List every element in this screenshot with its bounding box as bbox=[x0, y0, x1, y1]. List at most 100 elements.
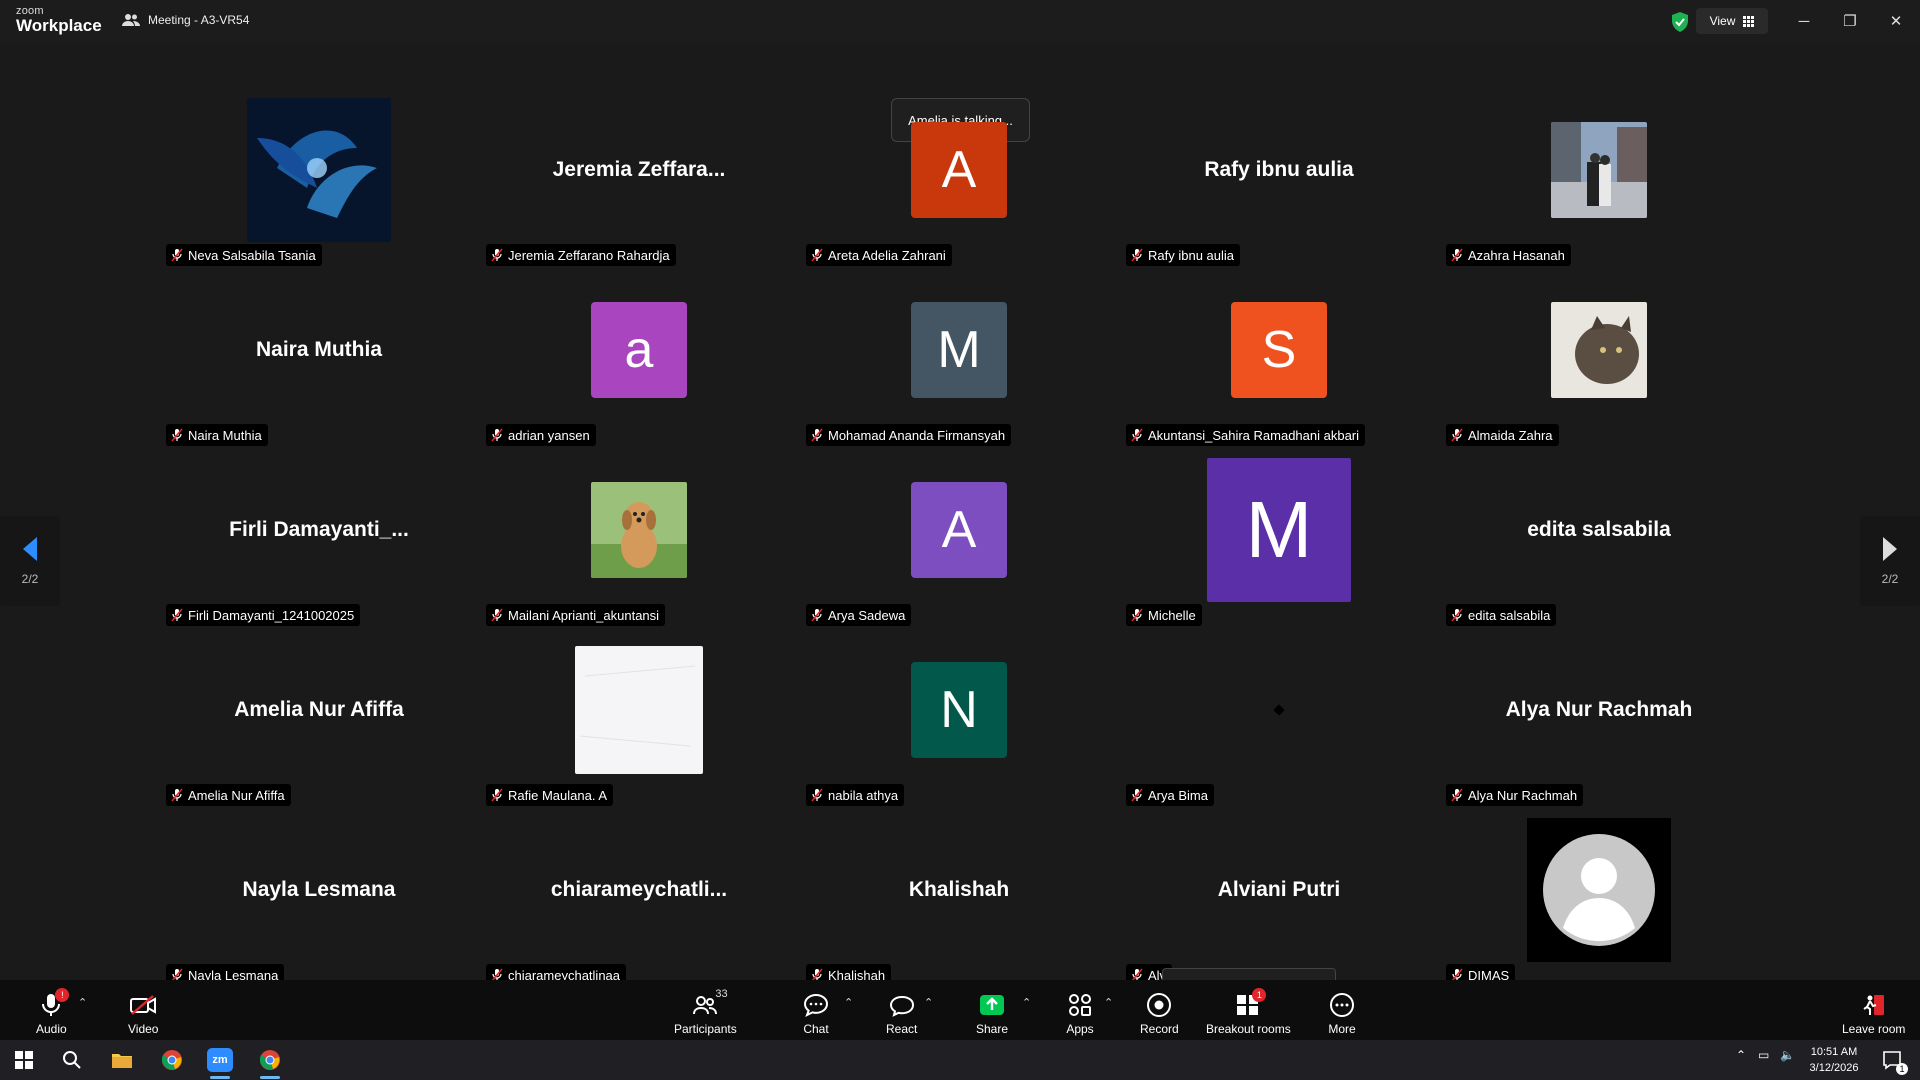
muted-mic-icon bbox=[491, 248, 503, 262]
participant-tile[interactable]: M Michelle bbox=[1124, 458, 1434, 630]
participant-tile[interactable]: M Mohamad Ananda Firmansyah bbox=[804, 280, 1114, 450]
notification-count: 1 bbox=[1896, 1063, 1908, 1075]
participant-tile[interactable]: Almaida Zahra bbox=[1444, 280, 1754, 450]
participant-tile[interactable]: Rafy ibnu aulia Rafy ibnu aulia bbox=[1124, 100, 1434, 270]
apps-options-caret-icon[interactable]: ⌃ bbox=[1104, 996, 1113, 1009]
audio-warning-badge: ! bbox=[55, 988, 70, 1002]
network-icon[interactable]: ▭ bbox=[1758, 1048, 1769, 1062]
participant-tile[interactable]: Amelia Nur Afiffa Amelia Nur Afiffa bbox=[164, 640, 474, 810]
share-label: Share bbox=[976, 1022, 1009, 1036]
more-button[interactable]: More bbox=[1328, 986, 1356, 1036]
video-button[interactable]: Video bbox=[128, 986, 158, 1036]
meeting-info[interactable]: Meeting - A3-VR54 bbox=[122, 12, 249, 28]
chat-icon bbox=[803, 993, 829, 1017]
participant-name: edita salsabila bbox=[1468, 607, 1551, 623]
participant-tile[interactable]: Alya Nur Rachmah Alya Nur Rachmah bbox=[1444, 640, 1754, 810]
participant-tile[interactable]: a adrian yansen bbox=[484, 280, 794, 450]
apps-icon bbox=[1069, 994, 1091, 1016]
video-gallery: Amelia is talking... 2/2 2/2 Neva Salsab… bbox=[0, 44, 1920, 1012]
system-clock[interactable]: 10:51 AM 3/12/2026 bbox=[1804, 1044, 1864, 1076]
audio-options-caret-icon[interactable]: ⌃ bbox=[78, 996, 87, 1009]
chrome-window-button[interactable] bbox=[250, 1045, 290, 1079]
participant-name-tag: Mailani Aprianti_akuntansi bbox=[486, 604, 666, 626]
share-screen-icon bbox=[980, 995, 1005, 1015]
participant-name: Arya Bima bbox=[1148, 787, 1208, 803]
participant-display-name: Firli Damayanti_... bbox=[229, 518, 409, 541]
participant-tile[interactable]: Naira Muthia Naira Muthia bbox=[164, 280, 474, 450]
record-label: Record bbox=[1140, 1022, 1179, 1036]
participant-tile[interactable]: Firli Damayanti_... Firli Damayanti_12410… bbox=[164, 460, 474, 630]
participant-tile[interactable]: A Areta Adelia Zahrani bbox=[804, 100, 1114, 270]
tile-content: Rafy ibnu aulia bbox=[1124, 110, 1434, 230]
participant-tile[interactable]: A Arya Sadewa bbox=[804, 460, 1114, 630]
view-button[interactable]: View bbox=[1696, 8, 1768, 34]
restore-button[interactable]: ❐ bbox=[1830, 8, 1870, 34]
participant-name: Arya Sadewa bbox=[828, 607, 906, 623]
breakout-rooms-button[interactable]: 1 Breakout rooms bbox=[1206, 986, 1291, 1036]
participant-display-name: edita salsabila bbox=[1527, 518, 1671, 541]
participant-display-name: Naira Muthia bbox=[255, 338, 383, 361]
search-button[interactable] bbox=[52, 1045, 92, 1075]
participant-tile[interactable]: Alviani Putri Alv bbox=[1124, 820, 1434, 990]
react-heart-icon bbox=[889, 995, 914, 1017]
muted-mic-icon bbox=[1451, 608, 1463, 622]
chat-options-caret-icon[interactable]: ⌃ bbox=[844, 996, 853, 1009]
tile-content: M bbox=[804, 290, 1114, 410]
close-window-button[interactable]: ✕ bbox=[1876, 8, 1916, 34]
participant-tile[interactable]: Nayla Lesmana Nayla Lesmana bbox=[164, 820, 474, 990]
volume-icon[interactable]: 🔈 bbox=[1780, 1048, 1795, 1062]
left-arrow-icon bbox=[23, 537, 37, 561]
participant-name: Mohamad Ananda Firmansyah bbox=[828, 427, 1006, 443]
chat-button[interactable]: Chat bbox=[802, 986, 830, 1036]
notifications-button[interactable]: 1 bbox=[1872, 1045, 1912, 1075]
participant-name-tag: adrian yansen bbox=[486, 424, 596, 446]
participant-tile[interactable]: edita salsabila edita salsabila bbox=[1444, 460, 1754, 630]
clock-date: 3/12/2026 bbox=[1809, 1062, 1859, 1074]
share-options-caret-icon[interactable]: ⌃ bbox=[1022, 996, 1031, 1009]
participant-tile[interactable]: S Akuntansi_Sahira Ramadhani akbari bbox=[1124, 280, 1434, 450]
grid-icon bbox=[1743, 15, 1755, 27]
zoom-taskbar-button[interactable]: zm bbox=[200, 1045, 240, 1079]
letter-avatar: S bbox=[1231, 302, 1327, 398]
tray-expand-icon[interactable]: ⌃ bbox=[1736, 1048, 1746, 1062]
minimize-icon: ─ bbox=[1798, 12, 1810, 30]
participant-tile[interactable]: Arya Bima bbox=[1124, 640, 1434, 810]
participant-name: adrian yansen bbox=[508, 427, 590, 443]
participant-tile[interactable]: Nnabila athya bbox=[804, 640, 1114, 810]
participant-name-tag: Areta Adelia Zahrani bbox=[806, 244, 952, 266]
share-button[interactable]: Share bbox=[976, 986, 1008, 1036]
participant-tile[interactable]: Neva Salsabila Tsania bbox=[164, 98, 474, 270]
file-explorer-button[interactable] bbox=[102, 1045, 142, 1075]
participant-display-name: Khalishah bbox=[908, 878, 1010, 901]
audio-button[interactable]: ! Audio bbox=[36, 986, 70, 1036]
participant-tile[interactable]: Rafie Maulana. A bbox=[484, 640, 794, 810]
participant-tile[interactable]: DIMAS bbox=[1444, 818, 1754, 990]
tile-content: Naira Muthia bbox=[164, 290, 474, 410]
react-button[interactable]: React bbox=[886, 986, 917, 1036]
tile-content bbox=[484, 470, 794, 590]
tile-content: M bbox=[1124, 458, 1434, 602]
react-options-caret-icon[interactable]: ⌃ bbox=[924, 996, 933, 1009]
tile-content: Khalishah bbox=[804, 830, 1114, 950]
encryption-shield-icon[interactable] bbox=[1668, 10, 1692, 34]
participant-tile[interactable]: Jeremia Zeffara... Jeremia Zeffarano Raha… bbox=[484, 100, 794, 270]
participants-button[interactable]: 33 Participants bbox=[674, 986, 737, 1036]
muted-mic-icon bbox=[1451, 788, 1463, 802]
react-label: React bbox=[886, 1022, 918, 1036]
participant-display-name: Jeremia Zeffara... bbox=[552, 158, 726, 181]
leave-room-button[interactable]: Leave room bbox=[1842, 986, 1905, 1036]
participant-tile[interactable]: Azahra Hasanah bbox=[1444, 100, 1754, 270]
chrome-button[interactable] bbox=[152, 1045, 192, 1075]
profile-photo bbox=[591, 482, 687, 578]
participant-tile[interactable]: chiarameychatli... chiarameychatlinaa bbox=[484, 820, 794, 990]
minimize-button[interactable]: ─ bbox=[1784, 8, 1824, 34]
next-page-button[interactable]: 2/2 bbox=[1860, 516, 1920, 606]
start-button[interactable] bbox=[4, 1045, 44, 1075]
record-button[interactable]: Record bbox=[1140, 986, 1179, 1036]
participant-tile[interactable]: Mailani Aprianti_akuntansi bbox=[484, 460, 794, 630]
apps-button[interactable]: Apps bbox=[1066, 986, 1094, 1036]
prev-page-button[interactable]: 2/2 bbox=[0, 516, 60, 606]
tile-content bbox=[1444, 818, 1754, 962]
participant-name: Amelia Nur Afiffa bbox=[188, 787, 285, 803]
participant-tile[interactable]: Khalishah Khalishah bbox=[804, 820, 1114, 990]
